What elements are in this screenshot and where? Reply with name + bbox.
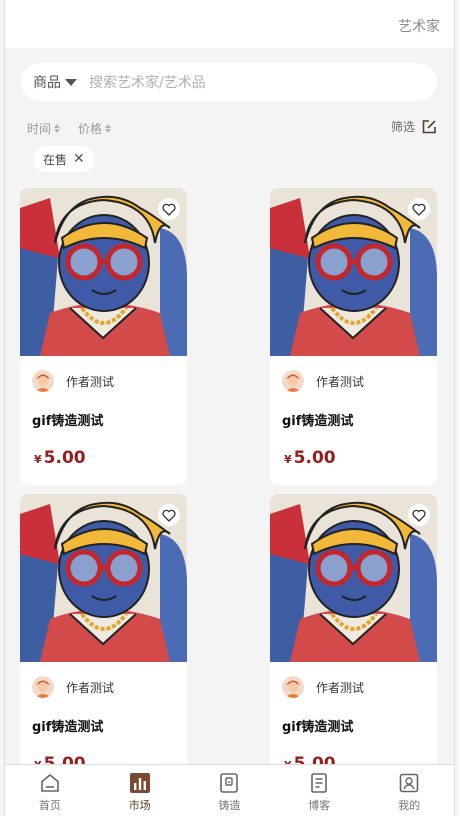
- favorite-heart-icon[interactable]: [408, 198, 430, 220]
- blog-icon: [311, 773, 328, 793]
- avatar: [282, 676, 304, 698]
- author-name: 作者测试: [316, 680, 365, 695]
- bottom-tab-bar: 首页 市场 铸造 博客 我的: [5, 764, 454, 816]
- product-title[interactable]: gif铸造测试: [282, 410, 353, 429]
- tab-label: 首页: [38, 799, 61, 812]
- avatar: [32, 676, 54, 698]
- tab-mint[interactable]: 铸造: [185, 765, 275, 816]
- tab-blog[interactable]: 博客: [274, 765, 364, 816]
- product-card[interactable]: 作者测试 gif铸造测试 ¥ 5.00: [20, 188, 187, 485]
- author-name: 作者测试: [66, 374, 115, 389]
- product-card[interactable]: 作者测试 gif铸造测试 ¥ 5.00: [270, 494, 437, 791]
- tab-market[interactable]: 市场: [95, 765, 185, 816]
- category-label: 商品: [33, 75, 61, 91]
- currency-symbol: ¥: [284, 453, 292, 466]
- product-title[interactable]: gif铸造测试: [282, 716, 353, 735]
- sort-arrows-icon: [54, 123, 61, 133]
- edit-filter-icon: [422, 119, 436, 133]
- artwork-image[interactable]: [270, 188, 437, 356]
- tab-profile[interactable]: 我的: [364, 765, 454, 816]
- avatar: [282, 370, 304, 392]
- sort-price-button[interactable]: 价格: [78, 120, 112, 137]
- tab-label: 博客: [308, 799, 331, 812]
- filter-button[interactable]: 筛选: [391, 118, 437, 135]
- product-title[interactable]: gif铸造测试: [32, 410, 103, 429]
- tab-label: 铸造: [218, 799, 241, 812]
- artwork-image[interactable]: [270, 494, 437, 662]
- artist-link[interactable]: 艺术家: [398, 16, 440, 36]
- app-frame: 艺术家 商品 搜索艺术家/艺术品 时间 价格 筛选 在售 ✕ 作者测试 gif铸…: [4, 0, 455, 816]
- sort-bar: 时间 价格 筛选: [27, 118, 437, 138]
- price-value: 5.00: [293, 448, 336, 468]
- author-name: 作者测试: [66, 680, 115, 695]
- author-info[interactable]: 作者测试: [282, 370, 364, 392]
- close-icon[interactable]: ✕: [73, 152, 85, 166]
- caret-down-icon: [65, 79, 77, 86]
- filter-chip-label: 在售: [43, 152, 68, 167]
- home-icon: [41, 773, 59, 792]
- author-info[interactable]: 作者测试: [282, 676, 364, 698]
- tab-label: 市场: [128, 799, 151, 812]
- sort-time-label: 时间: [27, 121, 52, 136]
- author-info[interactable]: 作者测试: [32, 676, 114, 698]
- active-filter-chip[interactable]: 在售 ✕: [33, 146, 95, 172]
- favorite-heart-icon[interactable]: [158, 198, 180, 220]
- product-title[interactable]: gif铸造测试: [32, 716, 103, 735]
- author-name: 作者测试: [316, 374, 365, 389]
- price-value: 5.00: [43, 448, 86, 468]
- mint-icon: [220, 773, 239, 793]
- product-card[interactable]: 作者测试 gif铸造测试 ¥ 5.00: [20, 494, 187, 791]
- filter-label: 筛选: [390, 120, 415, 134]
- sort-time-button[interactable]: 时间: [27, 120, 61, 137]
- product-card[interactable]: 作者测试 gif铸造测试 ¥ 5.00: [270, 188, 437, 485]
- profile-icon: [399, 773, 419, 793]
- artwork-image[interactable]: [20, 494, 187, 662]
- tab-home[interactable]: 首页: [5, 765, 95, 816]
- author-info[interactable]: 作者测试: [32, 370, 114, 392]
- product-price: ¥ 5.00: [34, 448, 86, 468]
- top-bar: 艺术家: [5, 0, 454, 48]
- tab-label: 我的: [398, 799, 421, 812]
- search-bar[interactable]: 商品 搜索艺术家/艺术品: [21, 63, 437, 101]
- sort-price-label: 价格: [78, 121, 103, 136]
- artwork-image[interactable]: [20, 188, 187, 356]
- sort-arrows-icon: [105, 123, 112, 133]
- market-chart-icon: [129, 773, 150, 793]
- product-price: ¥ 5.00: [284, 448, 336, 468]
- currency-symbol: ¥: [34, 453, 42, 466]
- avatar: [32, 370, 54, 392]
- favorite-heart-icon[interactable]: [408, 504, 430, 526]
- category-dropdown[interactable]: 商品: [33, 72, 77, 92]
- search-input[interactable]: 搜索艺术家/艺术品: [89, 72, 206, 92]
- favorite-heart-icon[interactable]: [158, 504, 180, 526]
